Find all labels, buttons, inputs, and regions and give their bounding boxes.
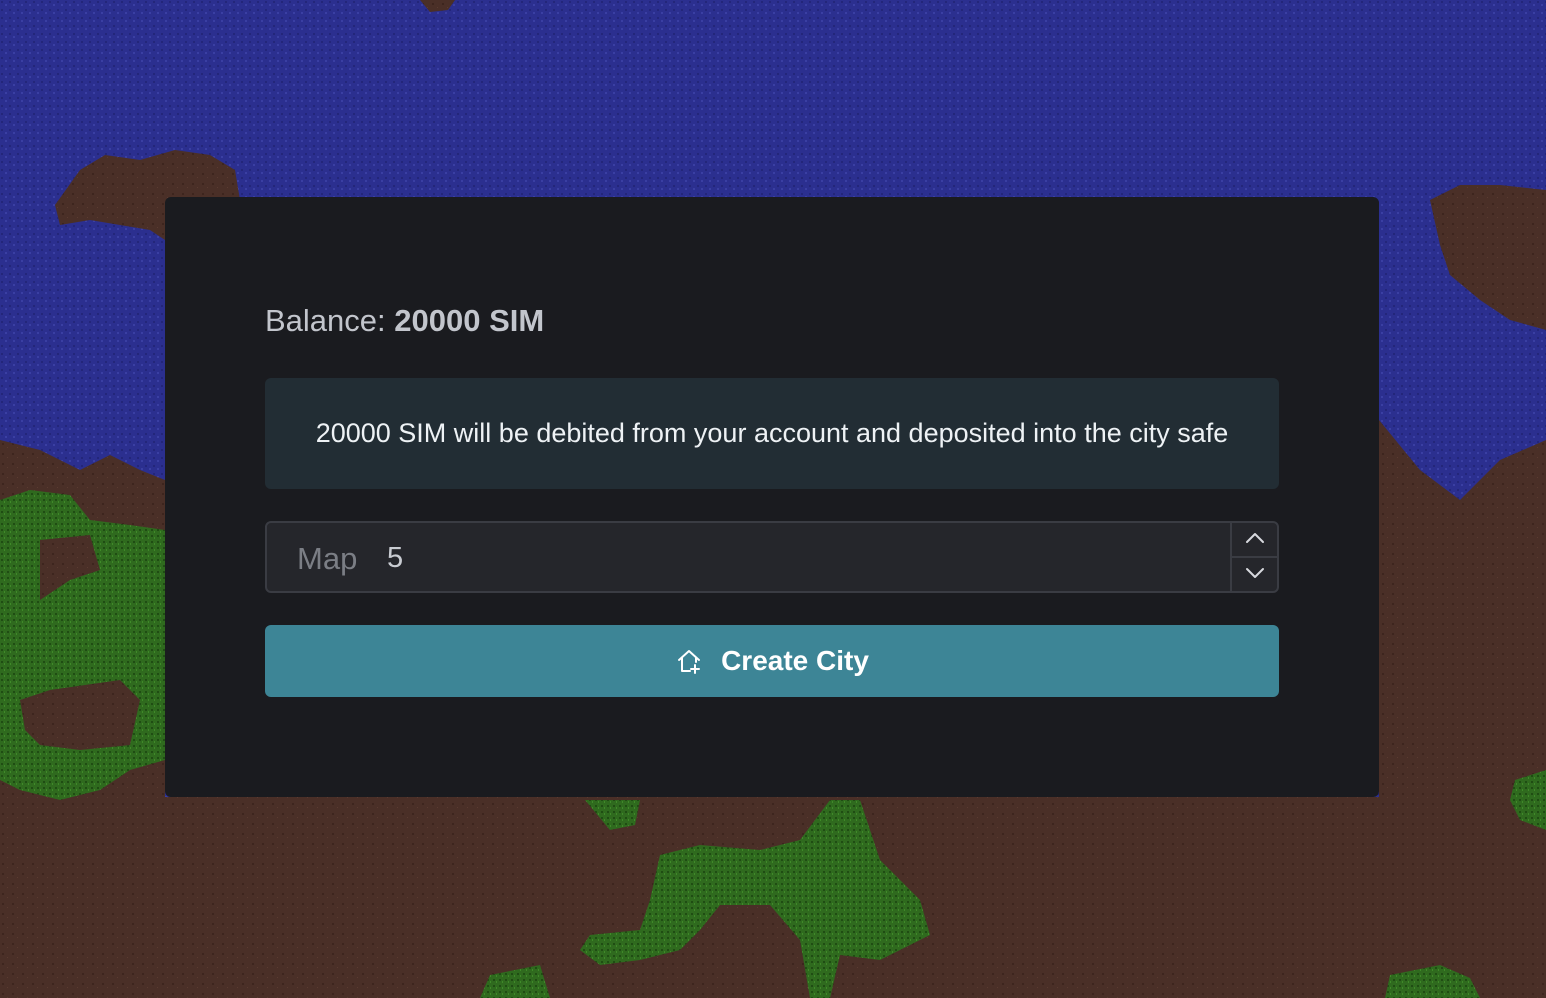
map-stepper: [1230, 523, 1277, 591]
chevron-down-icon: [1245, 566, 1265, 584]
map-number-field[interactable]: Map: [265, 521, 1279, 593]
balance-display: Balance: 20000 SIM: [265, 303, 544, 339]
map-decrement-button[interactable]: [1232, 558, 1277, 592]
debit-notice-text: 20000 SIM will be debited from your acco…: [315, 418, 1229, 448]
home-plus-icon: [675, 647, 703, 675]
create-city-panel: Balance: 20000 SIM 20000 SIM will be deb…: [165, 197, 1379, 797]
create-city-button[interactable]: Create City: [265, 625, 1279, 697]
create-city-label: Create City: [721, 645, 869, 676]
debit-notice: 20000 SIM will be debited from your acco…: [265, 378, 1279, 489]
balance-amount: 20000 SIM: [394, 303, 545, 338]
map-input-prefix: Map: [297, 541, 358, 576]
map-increment-button[interactable]: [1232, 523, 1277, 558]
map-input[interactable]: [387, 541, 1207, 575]
chevron-up-icon: [1245, 531, 1265, 549]
balance-label: Balance:: [265, 303, 386, 338]
